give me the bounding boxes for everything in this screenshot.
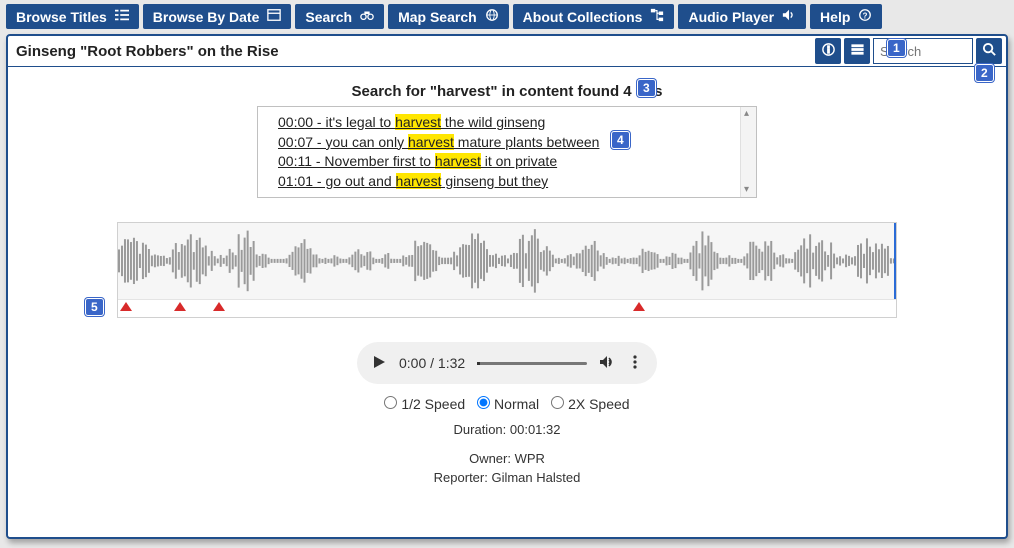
list-icon [115, 8, 129, 25]
scrollbar[interactable] [740, 107, 756, 197]
svg-text:?: ? [863, 12, 868, 21]
calendar-icon [267, 8, 281, 25]
nav-label: Map Search [398, 9, 477, 25]
nav-browse-by-date[interactable]: Browse By Date [143, 4, 292, 29]
help-icon: ? [858, 8, 872, 25]
play-cursor [894, 223, 896, 299]
nav-label: Browse By Date [153, 9, 260, 25]
owner-line: Owner: WPR [8, 451, 1006, 466]
nav-browse-titles[interactable]: Browse Titles [6, 4, 139, 29]
search-hit[interactable]: 00:11 - November first to harvest it on … [278, 152, 756, 172]
speed-label: 1/2 Speed [401, 396, 465, 412]
waveform-svg [118, 223, 896, 299]
speed-half[interactable]: 1/2 Speed [384, 396, 465, 412]
callout-badge-2: 2 [975, 64, 994, 82]
globe-icon [485, 8, 499, 25]
hit-marker[interactable] [174, 302, 186, 311]
nav-label: Browse Titles [16, 9, 107, 25]
page-title: Ginseng "Root Robbers" on the Rise [16, 43, 812, 60]
search-hit[interactable]: 00:07 - you can only harvest mature plan… [278, 133, 756, 153]
info-button[interactable] [815, 38, 841, 64]
callout-badge-3: 3 [637, 79, 656, 97]
speed-normal[interactable]: Normal [477, 396, 539, 412]
duration-line: Duration: 00:01:32 [8, 422, 1006, 437]
seek-bar[interactable] [477, 362, 587, 365]
waveform[interactable] [117, 222, 897, 318]
nav-label: Search [305, 9, 352, 25]
play-button[interactable] [371, 354, 387, 373]
summary-term: harvest [437, 83, 490, 100]
hit-marker[interactable] [120, 302, 132, 311]
hit-marker[interactable] [633, 302, 645, 311]
marker-row [118, 299, 896, 317]
summary-text: Search for " [352, 83, 437, 100]
binoculars-icon [360, 8, 374, 25]
nav-label: About Collections [523, 9, 643, 25]
panel-header: Ginseng "Root Robbers" on the Rise [8, 36, 1006, 67]
info-icon [821, 42, 836, 60]
nav-label: Help [820, 9, 850, 25]
reporter-line: Reporter: Gilman Halsted [8, 470, 1006, 485]
nav-help[interactable]: Help ? [810, 4, 882, 29]
speed-label: Normal [494, 396, 539, 412]
search-hit[interactable]: 00:00 - it's legal to harvest the wild g… [278, 113, 756, 133]
hit-marker[interactable] [213, 302, 225, 311]
speed-label: 2X Speed [568, 396, 630, 412]
menu-icon [850, 42, 865, 60]
callout-badge-1: 1 [887, 39, 906, 57]
nav-map-search[interactable]: Map Search [388, 4, 509, 29]
more-button[interactable] [627, 354, 643, 373]
tree-icon [650, 8, 664, 25]
volume-icon [782, 8, 796, 25]
nav-about-collections[interactable]: About Collections [513, 4, 675, 29]
panel-content: Search for "harvest" in content found 4 … [8, 67, 1006, 485]
callout-badge-4: 4 [611, 131, 630, 149]
time-display: 0:00 / 1:32 [399, 355, 465, 371]
speed-double[interactable]: 2X Speed [551, 396, 629, 412]
top-nav: Browse Titles Browse By Date Search Map … [0, 0, 1014, 33]
menu-button[interactable] [844, 38, 870, 64]
content-search-button[interactable] [976, 38, 1002, 64]
audio-controls: 0:00 / 1:32 [357, 342, 657, 384]
nav-label: Audio Player [688, 9, 774, 25]
audio-player-panel: Ginseng "Root Robbers" on the Rise Searc… [6, 34, 1008, 539]
search-summary: Search for "harvest" in content found 4 … [8, 83, 1006, 100]
search-hits-box: 00:00 - it's legal to harvest the wild g… [257, 106, 757, 198]
volume-button[interactable] [599, 354, 615, 373]
speed-selector: 1/2 Speed Normal 2X Speed [8, 396, 1006, 412]
nav-search[interactable]: Search [295, 4, 384, 29]
callout-badge-5: 5 [85, 298, 104, 316]
nav-audio-player[interactable]: Audio Player [678, 4, 806, 29]
search-icon [982, 42, 997, 60]
search-hit[interactable]: 01:01 - go out and harvest ginseng but t… [278, 172, 756, 192]
